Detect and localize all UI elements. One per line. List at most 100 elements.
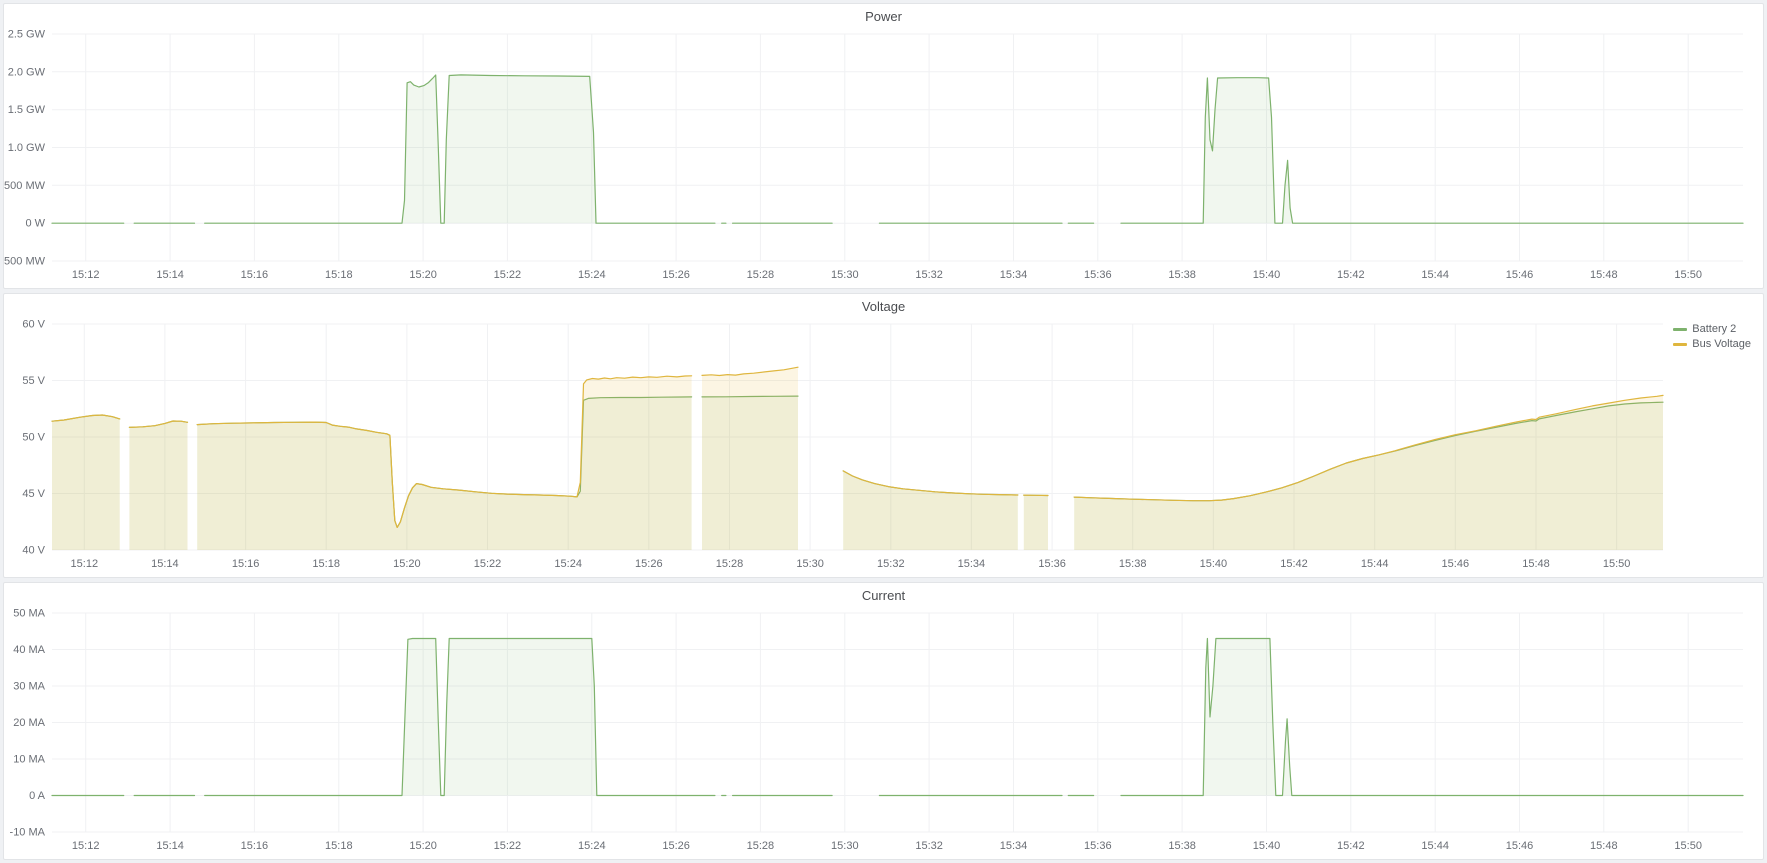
- y-tick-label: 40 V: [22, 545, 45, 557]
- x-tick-label: 15:24: [578, 840, 606, 852]
- x-tick-label: 15:26: [662, 269, 690, 281]
- x-tick-label: 15:18: [312, 558, 340, 570]
- axis-labels: 2.5 GW2.0 GW1.5 GW1.0 GW500 MW0 W-500 MW…: [4, 29, 1702, 282]
- x-tick-label: 15:46: [1442, 558, 1470, 570]
- y-tick-label: 500 MW: [4, 180, 46, 192]
- y-tick-label: 0 W: [25, 218, 45, 230]
- x-tick-label: 15:26: [635, 558, 663, 570]
- y-tick-label: 1.5 GW: [8, 104, 46, 116]
- y-tick-label: -10 MA: [10, 827, 46, 839]
- x-tick-label: 15:14: [151, 558, 179, 570]
- x-tick-label: 15:32: [915, 269, 943, 281]
- gridlines: [52, 613, 1743, 832]
- x-tick-label: 15:26: [662, 840, 690, 852]
- y-tick-label: 55 V: [22, 375, 45, 387]
- y-tick-label: 20 MA: [13, 717, 45, 729]
- current-series-0-line: [52, 639, 1743, 796]
- voltage-series-1-area: [52, 367, 1663, 550]
- x-tick-label: 15:28: [716, 558, 744, 570]
- legend-item-bus-voltage[interactable]: Bus Voltage: [1673, 338, 1751, 350]
- x-tick-label: 15:48: [1590, 840, 1618, 852]
- x-tick-label: 15:32: [877, 558, 905, 570]
- x-tick-label: 15:42: [1337, 840, 1365, 852]
- x-tick-label: 15:34: [958, 558, 986, 570]
- y-tick-label: 10 MA: [13, 754, 45, 766]
- y-tick-label: 50 MA: [13, 608, 45, 620]
- y-tick-label: 30 MA: [13, 681, 45, 693]
- x-tick-label: 15:38: [1119, 558, 1147, 570]
- x-tick-label: 15:24: [578, 269, 606, 281]
- panel-title-power[interactable]: Power: [4, 9, 1763, 24]
- y-tick-label: 0 A: [29, 790, 46, 802]
- y-tick-label: 2.0 GW: [8, 66, 46, 78]
- x-tick-label: 15:14: [156, 840, 184, 852]
- y-tick-label: 60 V: [22, 319, 45, 331]
- x-tick-label: 15:40: [1253, 840, 1281, 852]
- legend-swatch-icon: [1673, 343, 1687, 346]
- x-tick-label: 15:50: [1674, 269, 1702, 281]
- x-tick-label: 15:12: [72, 840, 100, 852]
- x-tick-label: 15:38: [1168, 840, 1196, 852]
- voltage-chart[interactable]: 60 V55 V50 V45 V40 V15:1215:1415:1615:18…: [4, 294, 1763, 577]
- voltage-plot-area[interactable]: 60 V55 V50 V45 V40 V15:1215:1415:1615:18…: [4, 294, 1763, 577]
- x-tick-label: 15:30: [796, 558, 824, 570]
- x-tick-label: 15:22: [474, 558, 502, 570]
- legend-label: Battery 2: [1692, 323, 1736, 335]
- y-tick-label: 45 V: [22, 488, 45, 500]
- x-tick-label: 15:20: [393, 558, 421, 570]
- x-tick-label: 15:28: [747, 269, 775, 281]
- grafana-dashboard: Power 2.5 GW2.0 GW1.5 GW1.0 GW500 MW0 W-…: [0, 0, 1767, 863]
- legend-swatch-icon: [1673, 328, 1687, 331]
- panel-current: Current 50 MA 40 MA 30 MA 20 MA 10 MA 0 A -10 …: [3, 582, 1764, 860]
- x-tick-label: 15:40: [1200, 558, 1228, 570]
- x-tick-label: 15:44: [1421, 269, 1449, 281]
- x-tick-label: 15:36: [1084, 840, 1112, 852]
- x-tick-label: 15:34: [1000, 840, 1028, 852]
- x-tick-label: 15:42: [1337, 269, 1365, 281]
- y-tick-label: 2.5 GW: [8, 29, 46, 41]
- y-tick-label: -500 MW: [4, 256, 46, 268]
- x-tick-label: 15:18: [325, 840, 353, 852]
- y-tick-label: 40 MA: [13, 644, 45, 656]
- x-tick-label: 15:22: [494, 840, 522, 852]
- panel-title-voltage[interactable]: Voltage: [4, 299, 1763, 314]
- x-tick-label: 15:46: [1506, 840, 1534, 852]
- x-tick-label: 15:20: [409, 840, 437, 852]
- power-plot-area[interactable]: 2.5 GW2.0 GW1.5 GW1.0 GW500 MW0 W-500 MW…: [4, 4, 1763, 288]
- x-tick-label: 15:20: [409, 269, 437, 281]
- x-tick-label: 15:48: [1590, 269, 1618, 281]
- gridlines: [52, 34, 1743, 261]
- current-series-0-area: [52, 639, 1743, 796]
- current-chart[interactable]: 50 MA 40 MA 30 MA 20 MA 10 MA 0 A -10 MA 15:12 1…: [4, 583, 1763, 859]
- power-series-0-line: [52, 75, 1743, 223]
- x-tick-label: 15:12: [72, 269, 100, 281]
- x-tick-label: 15:24: [554, 558, 582, 570]
- x-tick-label: 15:50: [1603, 558, 1631, 570]
- x-tick-label: 15:12: [71, 558, 99, 570]
- x-tick-label: 15:16: [241, 840, 269, 852]
- panel-title-current[interactable]: Current: [4, 588, 1763, 603]
- current-plot-area[interactable]: 50 MA 40 MA 30 MA 20 MA 10 MA 0 A -10 MA 15:12 1…: [4, 583, 1763, 859]
- x-tick-label: 15:32: [915, 840, 943, 852]
- x-tick-label: 15:22: [494, 269, 522, 281]
- y-tick-label: 50 V: [22, 432, 45, 444]
- axis-labels: 50 MA 40 MA 30 MA 20 MA 10 MA 0 A -10 MA 15:12 1…: [10, 608, 1702, 853]
- legend-label: Bus Voltage: [1692, 338, 1751, 350]
- x-tick-label: 15:46: [1506, 269, 1534, 281]
- voltage-legend: Battery 2 Bus Voltage: [1673, 323, 1751, 350]
- x-tick-label: 15:28: [747, 840, 775, 852]
- x-tick-label: 15:30: [831, 840, 859, 852]
- x-tick-label: 15:40: [1253, 269, 1281, 281]
- x-tick-label: 15:44: [1361, 558, 1389, 570]
- x-tick-label: 15:30: [831, 269, 859, 281]
- power-chart[interactable]: 2.5 GW2.0 GW1.5 GW1.0 GW500 MW0 W-500 MW…: [4, 4, 1763, 288]
- x-tick-label: 15:42: [1280, 558, 1308, 570]
- power-series-0-area: [52, 75, 1743, 223]
- x-tick-label: 15:38: [1168, 269, 1196, 281]
- panel-power: Power 2.5 GW2.0 GW1.5 GW1.0 GW500 MW0 W-…: [3, 3, 1764, 289]
- x-tick-label: 15:14: [156, 269, 184, 281]
- legend-item-battery-2[interactable]: Battery 2: [1673, 323, 1751, 335]
- x-tick-label: 15:44: [1421, 840, 1449, 852]
- x-tick-label: 15:34: [1000, 269, 1028, 281]
- x-tick-label: 15:36: [1038, 558, 1066, 570]
